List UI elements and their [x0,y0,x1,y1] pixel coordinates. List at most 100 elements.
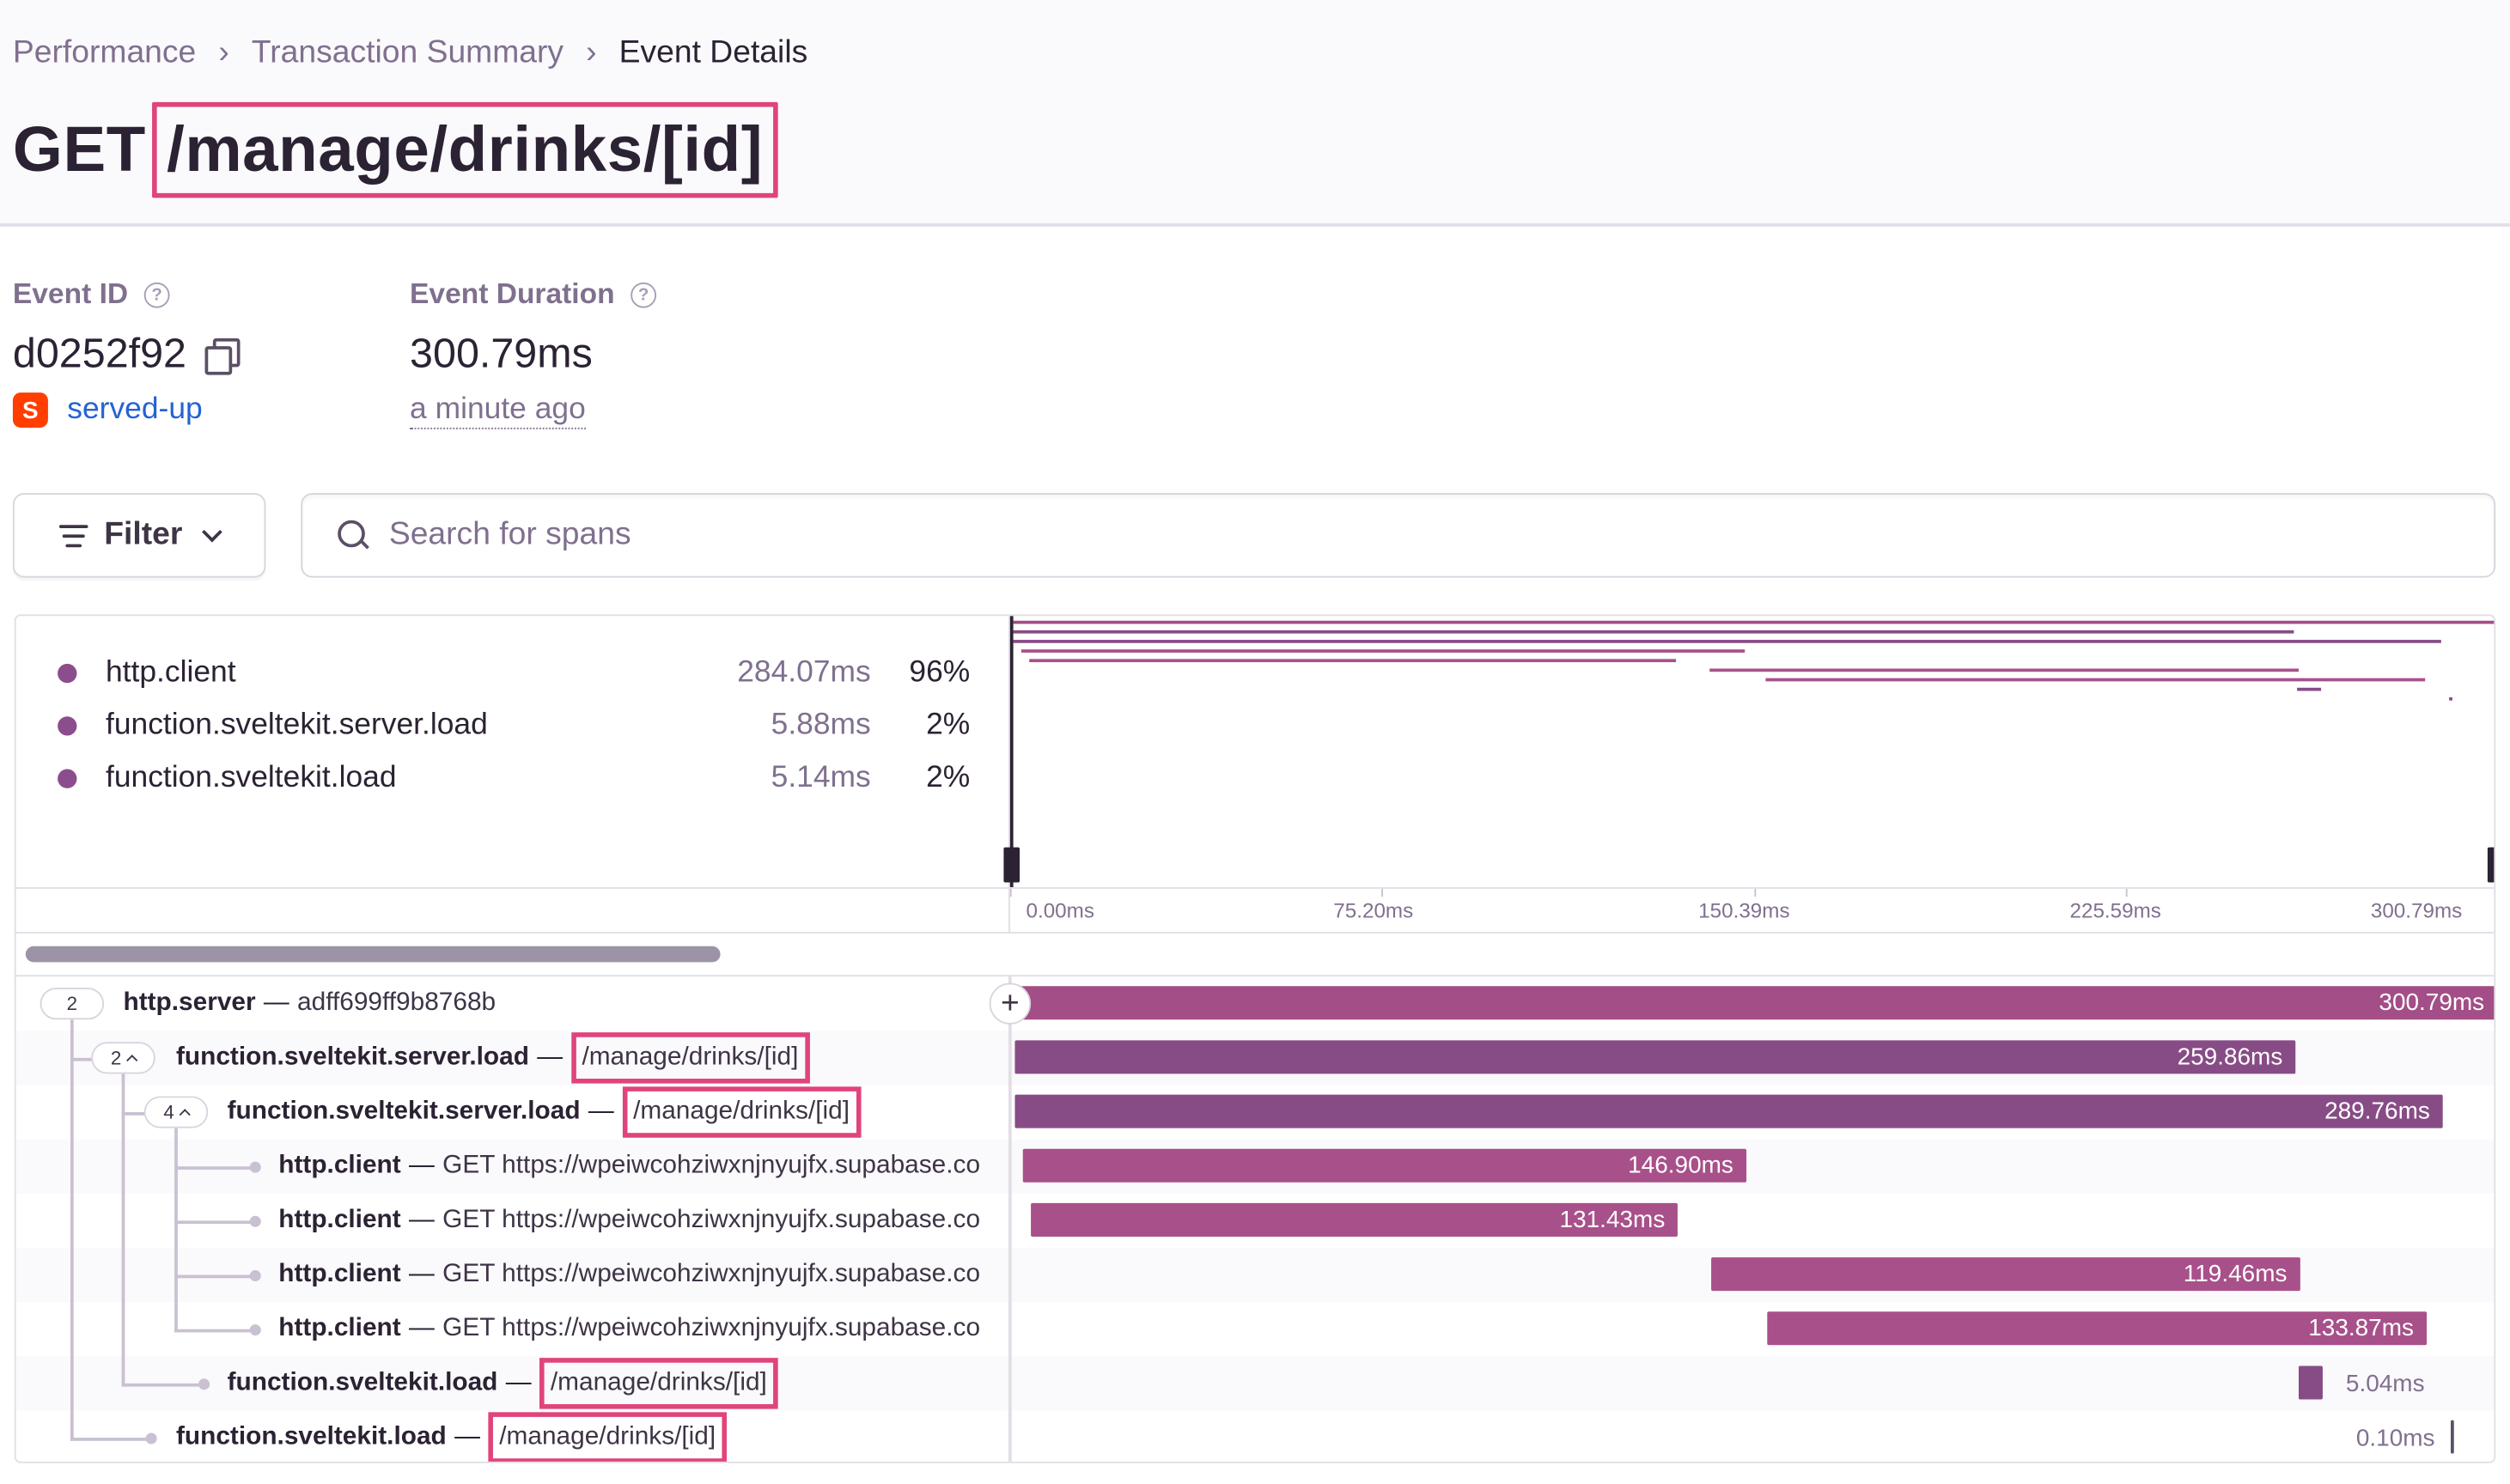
help-icon[interactable]: ? [143,281,170,307]
span-duration-label: 146.90ms [1628,1152,1733,1180]
minimap-span-line [2449,696,2453,701]
span-duration-label: 133.87ms [2308,1314,2414,1342]
span-description: /manage/drinks/[id] [488,1412,728,1462]
span-op: function.sveltekit.load [227,1369,498,1396]
filter-icon [59,524,88,547]
minimap-span-line [1765,678,2426,682]
help-icon[interactable]: ? [631,281,657,307]
trace-minimap[interactable] [1003,616,2495,888]
span-duration-label: 119.46ms [2183,1260,2288,1288]
event-id-label: Event ID ? [13,277,170,311]
span-duration-label: 5.04ms [2345,1370,2425,1397]
op-color-dot [58,663,77,684]
span-label[interactable]: function.sveltekit.load —/manage/drinks/[… [175,1410,728,1462]
span-op: http.client [278,1260,401,1288]
copy-icon[interactable] [205,337,241,374]
breadcrumb-transaction-summary[interactable]: Transaction Summary [252,35,564,72]
span-duration-label: 0.10ms [2355,1424,2435,1451]
tree-divider[interactable] [1008,976,1011,1462]
span-op: function.sveltekit.server.load [227,1098,581,1125]
scrollbar-thumb[interactable] [25,946,721,963]
minimap-span-line [2297,687,2322,691]
span-op: http.client [278,1314,401,1342]
span-op: http.client [278,1206,401,1234]
span-label[interactable]: function.sveltekit.server.load —/manage/d… [176,1031,810,1085]
span-label[interactable]: http.server — adff699ff9b8768b [123,976,496,1031]
span-op: function.sveltekit.load [175,1423,447,1451]
add-span-icon[interactable]: + [989,982,1032,1025]
axis-tick: 150.39ms [1698,898,1790,922]
span-tree: 2 2 4 http.server — adff699ff9b8768b funct… [15,976,2495,1462]
breadcrumb-event-details: Event Details [618,34,808,70]
span-description: GET https://wpeiwcohziwxnjnyujfx.supabas… [442,1206,981,1234]
title-route: /manage/drinks/[id] [152,101,777,198]
span-duration-label: 131.43ms [1559,1206,1666,1234]
child-count-badge[interactable]: 2 [40,988,105,1020]
minimap-span-line [1013,640,2441,643]
breadcrumb: Performance › Transaction Summary › Even… [13,35,807,72]
minimap-right-handle[interactable] [2487,847,2495,883]
minimap-span-line [1028,659,1677,663]
span-label[interactable]: http.client — GET https://wpeiwcohziwxnjny… [278,1194,980,1248]
span-duration-label: 259.86ms [2177,1043,2283,1071]
axis-tick: 300.79ms [2370,898,2463,922]
span-description: /manage/drinks/[id] [570,1032,810,1084]
op-color-dot [58,769,77,788]
page-header: Performance › Transaction Summary › Even… [0,0,2510,227]
event-id-value: d0252f92 [12,328,187,377]
ops-breakdown-item: http.client 284.07ms 96% [58,649,970,697]
span-bar[interactable] [2298,1365,2324,1400]
event-time-ago[interactable]: a minute ago [410,392,586,429]
tree-horizontal-scroll [15,932,2495,977]
span-label[interactable]: function.sveltekit.server.load —/manage/d… [227,1085,862,1139]
span-label[interactable]: http.client — GET https://wpeiwcohziwxnjny… [278,1140,980,1194]
chevron-right-icon: › [218,34,229,70]
project-name[interactable]: served-up [67,392,202,428]
trace-view: http.client 284.07ms 96% function.svelte… [14,614,2496,1463]
span-description: adff699ff9b8768b [297,988,497,1017]
minimap-left-handle[interactable] [1003,847,1020,883]
event-id: d0252f92 [12,328,241,379]
minimap-span-line [1013,620,2495,624]
span-description: GET https://wpeiwcohziwxnjnyujfx.supabas… [442,1260,981,1288]
filter-button[interactable]: Filter [12,493,266,578]
span-label[interactable]: http.client — GET https://wpeiwcohziwxnjny… [278,1302,980,1356]
event-duration: 300.79ms [410,329,593,379]
span-op: http.server [123,988,256,1017]
axis-tick: 225.59ms [2069,898,2161,922]
search-input[interactable] [388,516,2311,554]
minimap-span-line [1020,649,1745,653]
span-label[interactable]: http.client — GET https://wpeiwcohziwxnjny… [278,1248,980,1302]
span-description: /manage/drinks/[id] [539,1358,778,1409]
chevron-right-icon: › [586,34,597,70]
breadcrumb-performance[interactable]: Performance [13,35,196,72]
span-label[interactable]: function.sveltekit.load —/manage/drinks/[… [228,1356,778,1410]
event-duration-value: 300.79ms [410,328,593,377]
title-method: GET [12,113,146,185]
span-duration-label: 300.79ms [2379,988,2485,1017]
axis-tick: 0.00ms [1026,898,1094,922]
span-op: http.client [278,1152,401,1180]
chevron-up-icon [125,1055,138,1067]
child-count-badge[interactable]: 4 [143,1096,209,1128]
span-description: GET https://wpeiwcohziwxnjnyujfx.supabas… [442,1152,981,1180]
span-tree-labels: 2 2 4 http.server — adff699ff9b8768b funct… [16,976,1008,1462]
svelte-icon: S [12,392,48,428]
ops-breakdown-item: function.sveltekit.server.load 5.88ms 2% [58,702,970,751]
span-duration-label: 289.76ms [2324,1098,2430,1125]
span-description: GET https://wpeiwcohziwxnjnyujfx.supabas… [442,1314,981,1342]
chevron-down-icon [201,520,222,542]
span-search[interactable] [301,493,2496,578]
minimap-span-line [1709,668,2299,672]
project-link[interactable]: S served-up [12,392,203,428]
ops-breakdown-item: function.sveltekit.load 5.14ms 2% [58,755,970,803]
span-bar[interactable] [2451,1420,2454,1454]
child-count-badge[interactable]: 2 [91,1042,155,1074]
search-icon [338,519,369,551]
time-axis: 0.00ms 75.20ms 150.39ms 225.59ms 300.79m… [1008,887,2495,933]
span-description: /manage/drinks/[id] [622,1086,862,1138]
chevron-up-icon [179,1109,191,1121]
event-duration-label: Event Duration ? [410,277,657,311]
page-title: GET /manage/drinks/[id] [12,101,777,198]
filter-label: Filter [104,516,183,552]
